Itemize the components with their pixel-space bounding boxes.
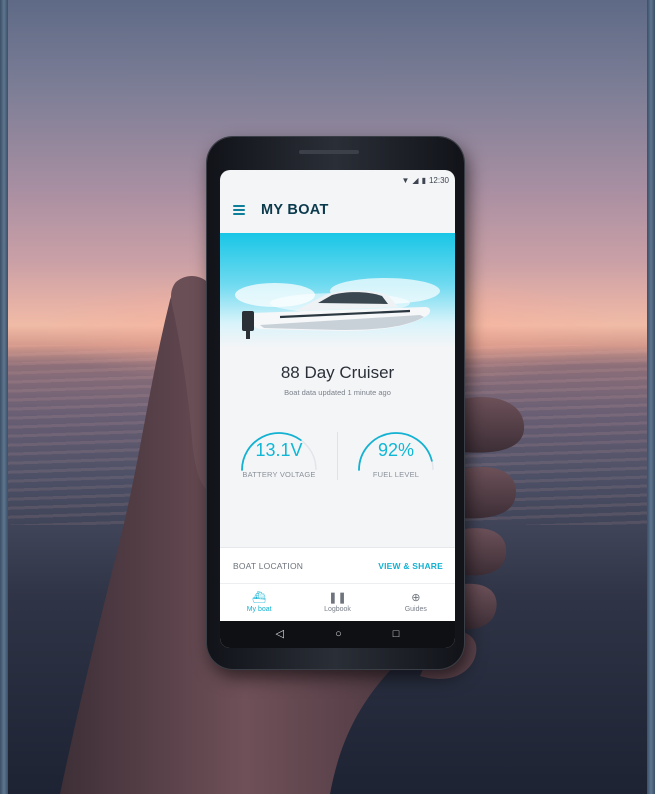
battery-voltage-value: 13.1V: [255, 440, 303, 460]
nav-item-guides[interactable]: ⊕ Guides: [377, 584, 455, 622]
home-icon[interactable]: ○: [335, 629, 342, 640]
boat-name: 88 Day Cruiser: [280, 363, 395, 382]
nav-item-my-boat[interactable]: ⛴ My boat: [220, 584, 298, 622]
hamburger-menu-icon[interactable]: [233, 205, 245, 215]
fuel-level-label: FUEL LEVEL: [372, 470, 420, 479]
fuel-gauge: 92% FUEL LEVEL: [349, 424, 443, 484]
recents-icon[interactable]: □: [393, 629, 400, 640]
lifebuoy-icon: ⊕: [411, 592, 421, 604]
status-bar: ▼ ◢ ▮ 12:30: [220, 170, 455, 190]
nav-item-logbook[interactable]: ❚❚ Logbook: [298, 584, 376, 622]
boat-hero-banner: [220, 233, 455, 348]
boat-illustration: [235, 278, 440, 339]
page-title: MY BOAT: [261, 202, 329, 218]
gauge-divider: [337, 432, 338, 480]
last-updated-text: Boat data updated 1 minute ago: [284, 388, 391, 397]
nav-label-guides: Guides: [404, 606, 427, 613]
battery-voltage-label: BATTERY VOLTAGE: [242, 470, 316, 479]
fuel-level-value: 92%: [377, 440, 415, 460]
phone-screen: ▼ ◢ ▮ 12:30 MY BOAT 88 Day Cruiser Boat …: [220, 170, 455, 648]
boat-icon: ⛴: [252, 592, 267, 604]
boat-location-label: BOAT LOCATION: [233, 560, 304, 571]
book-icon: ❚❚: [328, 592, 347, 604]
system-navigation-bar: ◁ ○ □: [220, 621, 455, 648]
wifi-icon: ▼: [401, 175, 410, 185]
battery-gauge: 13.1V BATTERY VOLTAGE: [232, 424, 326, 484]
back-icon[interactable]: ◁: [276, 629, 284, 640]
phone-earpiece: [299, 150, 359, 154]
battery-icon: ▮: [421, 175, 426, 185]
app-bar: MY BOAT: [220, 190, 455, 230]
boat-location-card: BOAT LOCATION VIEW & SHARE: [220, 547, 455, 583]
signal-icon: ◢: [412, 175, 419, 185]
nav-label-my-boat: My boat: [246, 606, 272, 613]
bottom-navigation: ⛴ My boat ❚❚ Logbook ⊕ Guides: [220, 583, 455, 622]
view-share-button[interactable]: VIEW & SHARE: [378, 561, 443, 571]
status-time: 12:30: [428, 175, 449, 185]
nav-label-logbook: Logbook: [324, 606, 351, 613]
